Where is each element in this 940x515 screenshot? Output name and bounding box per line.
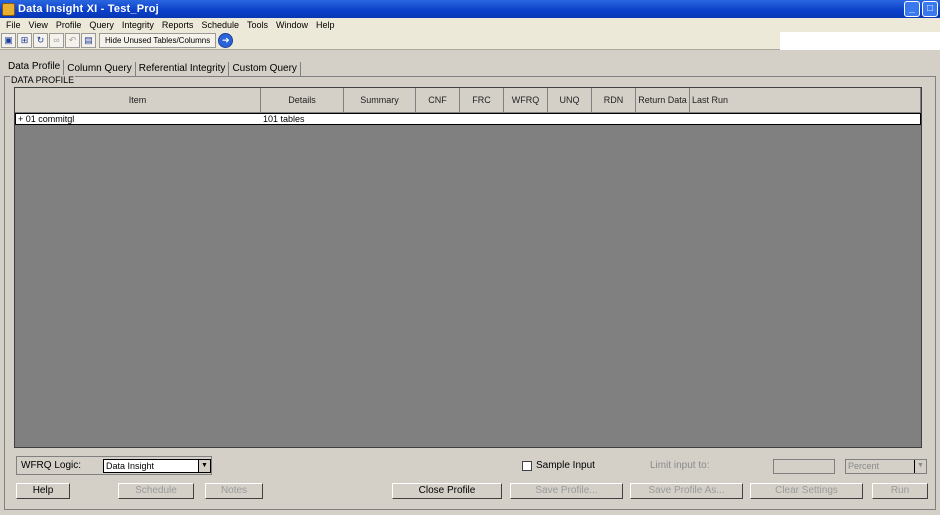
- limit-unit-select[interactable]: Percent ▼: [845, 459, 927, 474]
- profile-table[interactable]: Item Details Summary CNF FRC WFRQ UNQ RD…: [14, 87, 922, 448]
- tab-referential-integrity[interactable]: Referential Integrity: [135, 62, 230, 76]
- window-title: Data Insight XI - Test_Proj: [18, 3, 159, 15]
- tab-custom-query[interactable]: Custom Query: [229, 62, 301, 76]
- menu-tools[interactable]: Tools: [243, 20, 272, 30]
- menu-reports[interactable]: Reports: [158, 20, 198, 30]
- chevron-down-icon[interactable]: ▼: [198, 460, 210, 472]
- limit-unit-value: Percent: [848, 461, 880, 471]
- go-icon[interactable]: ➜: [218, 33, 234, 48]
- properties-icon[interactable]: ▤: [81, 33, 96, 48]
- menu-help[interactable]: Help: [312, 20, 339, 30]
- sample-input-label: Sample Input: [536, 460, 595, 471]
- export-icon[interactable]: ⊞: [17, 33, 32, 48]
- column-header-wfrq[interactable]: WFRQ: [504, 88, 548, 113]
- wfrq-logic-group: WFRQ Logic: Data Insight ▼: [16, 456, 212, 475]
- wfrq-logic-value: Data Insight: [106, 461, 155, 471]
- tab-data-profile[interactable]: Data Profile: [5, 60, 65, 76]
- limit-input-label: Limit input to:: [650, 460, 710, 471]
- column-header-unq[interactable]: UNQ: [548, 88, 592, 113]
- group-label: DATA PROFILE: [10, 75, 76, 85]
- menu-view[interactable]: View: [25, 20, 52, 30]
- menu-file[interactable]: File: [2, 20, 25, 30]
- menu-profile[interactable]: Profile: [52, 20, 86, 30]
- notes-button[interactable]: Notes: [205, 483, 263, 499]
- toolbar-blank-area: [780, 32, 940, 50]
- sample-input-checkbox[interactable]: [522, 460, 532, 471]
- profile-tabs: Data Profile Column Query Referential In…: [5, 60, 301, 76]
- column-header-frc[interactable]: FRC: [460, 88, 504, 113]
- menu-bar: File View Profile Query Integrity Report…: [0, 18, 940, 32]
- open-icon[interactable]: ▣: [1, 33, 16, 48]
- column-header-cnf[interactable]: CNF: [416, 88, 460, 113]
- row-item[interactable]: + 01 commitgl: [16, 114, 261, 124]
- tab-column-query[interactable]: Column Query: [64, 62, 136, 76]
- column-header-summary[interactable]: Summary: [344, 88, 416, 113]
- sample-input-toggle[interactable]: Sample Input: [522, 460, 595, 471]
- minimize-button[interactable]: _: [904, 1, 920, 17]
- close-profile-button[interactable]: Close Profile: [392, 483, 502, 499]
- column-header-last-run[interactable]: Last Run: [690, 88, 921, 113]
- undo-icon[interactable]: ↶: [65, 33, 80, 48]
- table-row[interactable]: + 01 commitgl 101 tables: [15, 113, 921, 125]
- maximize-button[interactable]: □: [922, 1, 938, 17]
- wfrq-logic-label: WFRQ Logic:: [21, 460, 82, 471]
- hide-unused-button[interactable]: Hide Unused Tables/Columns: [99, 33, 217, 48]
- column-header-details[interactable]: Details: [261, 88, 344, 113]
- wfrq-logic-select[interactable]: Data Insight ▼: [103, 459, 211, 473]
- app-icon: [2, 2, 15, 16]
- clear-settings-button[interactable]: Clear Settings: [750, 483, 863, 499]
- menu-window[interactable]: Window: [272, 20, 312, 30]
- row-details: 101 tables: [263, 114, 305, 124]
- save-profile-button[interactable]: Save Profile...: [510, 483, 623, 499]
- help-button[interactable]: Help: [16, 483, 70, 499]
- binoculars-icon[interactable]: ∞: [49, 33, 64, 48]
- menu-integrity[interactable]: Integrity: [118, 20, 158, 30]
- table-header: Item Details Summary CNF FRC WFRQ UNQ RD…: [15, 88, 921, 113]
- chevron-down-icon[interactable]: ▼: [914, 460, 926, 473]
- run-button[interactable]: Run: [872, 483, 928, 499]
- window-controls: _ □: [904, 1, 938, 17]
- limit-input-field[interactable]: [773, 459, 835, 474]
- save-profile-as-button[interactable]: Save Profile As...: [630, 483, 743, 499]
- schedule-button[interactable]: Schedule: [118, 483, 194, 499]
- column-header-item[interactable]: Item: [15, 88, 261, 113]
- column-header-rdn[interactable]: RDN: [592, 88, 636, 113]
- title-bar: Data Insight XI - Test_Proj _ □: [0, 0, 940, 18]
- refresh-icon[interactable]: ↻: [33, 33, 48, 48]
- toolbar: ▣ ⊞ ↻ ∞ ↶ ▤ Hide Unused Tables/Columns ➜: [0, 32, 780, 50]
- menu-schedule[interactable]: Schedule: [197, 20, 243, 30]
- column-header-return-data[interactable]: Return Data: [636, 88, 690, 113]
- menu-query[interactable]: Query: [85, 20, 118, 30]
